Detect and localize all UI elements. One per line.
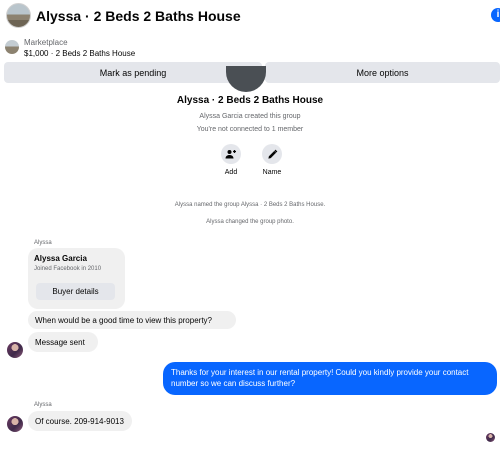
read-receipt-avatar [486, 433, 495, 442]
messenger-conversation: Alyssa · 2 Beds 2 Baths House i Marketpl… [0, 0, 500, 449]
event-photo-changed: Alyssa changed the group photo. [206, 219, 294, 225]
incoming-message[interactable]: Of course. 209-914-9013 [28, 411, 132, 431]
add-person-icon[interactable] [221, 144, 241, 164]
sender-avatar[interactable] [7, 342, 23, 358]
buyer-profile-card: Alyssa Garcia Joined Facebook in 2010 Bu… [28, 248, 125, 309]
buyer-details-button[interactable]: Buyer details [36, 283, 115, 300]
buyer-joined-text: Joined Facebook in 2010 [34, 266, 102, 272]
incoming-message[interactable]: Message sent [28, 332, 98, 352]
incoming-message[interactable]: When would be a good time to view this p… [28, 311, 236, 329]
conversation-title[interactable]: Alyssa · 2 Beds 2 Baths House [36, 8, 241, 24]
buyer-name[interactable]: Alyssa Garcia [34, 254, 87, 263]
group-title: Alyssa · 2 Beds 2 Baths House [176, 95, 324, 106]
marketplace-label: Marketplace [24, 38, 68, 47]
sender-name: Alyssa [34, 240, 52, 246]
listing-title[interactable]: $1,000 · 2 Beds 2 Baths House [24, 49, 135, 58]
listing-thumbnail[interactable] [5, 40, 19, 54]
sender-avatar[interactable] [7, 416, 23, 432]
group-created-text: Alyssa Garcia created this group [199, 113, 301, 120]
info-icon[interactable]: i [491, 8, 500, 22]
conversation-header: Alyssa · 2 Beds 2 Baths House i [0, 0, 500, 32]
event-group-named: Alyssa named the group Alyssa · 2 Beds 2… [174, 202, 326, 208]
group-connection-text: You're not connected to 1 member [196, 126, 304, 133]
name-label: Name [262, 169, 282, 176]
pencil-icon[interactable] [262, 144, 282, 164]
add-member-action[interactable]: Add [211, 144, 251, 176]
mark-as-pending-button[interactable]: Mark as pending [4, 62, 262, 83]
sender-name: Alyssa [34, 402, 52, 408]
more-options-button[interactable]: More options [265, 62, 500, 83]
name-group-action[interactable]: Name [252, 144, 292, 176]
group-avatar[interactable] [6, 3, 31, 28]
add-label: Add [224, 169, 238, 176]
outgoing-message[interactable]: Thanks for your interest in our rental p… [163, 362, 497, 395]
